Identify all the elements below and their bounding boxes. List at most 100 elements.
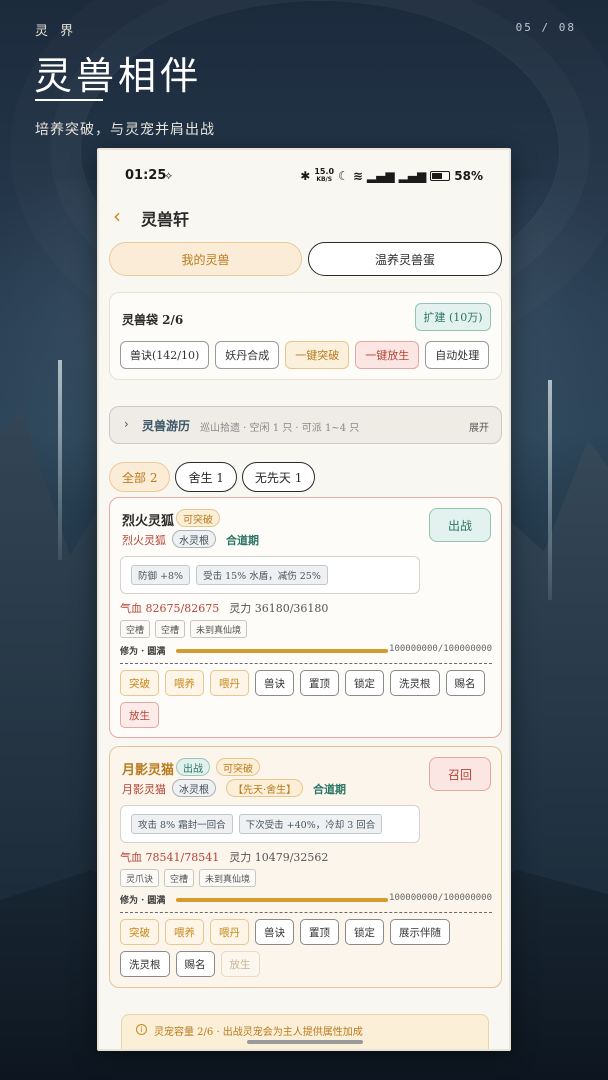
hp-value: 气血 78541/78541 [120,851,220,864]
notice-text: 灵宠容量 2/6 · 出战灵宠会为主人提供属性加成 [154,1027,363,1038]
lock-button[interactable]: 锁定 [345,919,384,945]
tab-my-pets[interactable]: 我的灵兽 [109,242,302,276]
skill-slots: 灵爪诀 空槽 未到真仙境 [120,869,257,887]
beast-scroll-button[interactable]: 兽诀(142/10) [120,341,210,369]
release-button[interactable]: 放生 [120,702,159,728]
beast-scroll-button[interactable]: 兽诀 [255,670,294,696]
auto-process-button[interactable]: 自动处理 [425,341,490,369]
pet-bag-card: 灵兽袋 2/6 扩建 (10万) 兽诀(142/10) 妖丹合成 一键突破 一键… [109,292,502,380]
expand-bag-button[interactable]: 扩建 (10万) [415,303,491,331]
cultivation-progress: 修为 · 圆满 100000000/100000000 [120,893,492,907]
battery-percent: 58% [454,169,483,183]
title-underline [35,99,103,101]
nav-bar: ‹ 灵兽轩 [99,200,509,234]
cultivation-label: 修为 · 圆满 [120,647,166,657]
rename-button[interactable]: 赐名 [175,951,215,977]
feed-pill-button[interactable]: 喂丹 [210,919,249,945]
pet-skills: 防御 +8% 受击 15% 水盾，减伤 25% [120,556,420,594]
feed-button[interactable]: 喂养 [165,919,204,945]
release-button: 放生 [220,951,260,977]
deployed-badge: 出战 [176,758,210,776]
sp-value: 灵力 36180/36180 [229,602,329,615]
tab-bar: 我的灵兽 温养灵兽蛋 [109,242,502,276]
skill-slot: 未到真仙境 [199,869,257,887]
breakthrough-button[interactable]: 突破 [120,919,159,945]
page-title: 灵兽轩 [141,210,190,229]
journey-title: 灵兽游历 [142,419,191,433]
pet-bag-title: 灵兽袋 2/6 [122,313,184,327]
rename-button[interactable]: 赐名 [445,670,485,696]
skill-slot: 未到真仙境 [190,620,248,638]
filter-all[interactable]: 全部 2 [109,462,171,492]
spirit-root-badge: 水灵根 [172,530,216,548]
skill-slot[interactable]: 空槽 [164,869,195,887]
pet-realm: 合道期 [226,534,259,547]
can-breakthrough-badge: 可突破 [176,509,220,527]
pet-actions: 突破 喂养 喂丹 兽诀 置顶 锁定 展示伴随 洗灵根 赐名 放生 [120,919,492,977]
skill-slot[interactable]: 灵爪诀 [120,869,160,887]
pin-top-button[interactable]: 置顶 [300,670,339,696]
moon-icon: ☾ [338,169,349,183]
recall-button[interactable]: 召回 [429,757,491,791]
tab-warm-eggs[interactable]: 温养灵兽蛋 [308,242,502,276]
pet-species: 月影灵猫 [122,783,166,796]
breakthrough-all-button[interactable]: 一键突破 [285,341,350,369]
section-tag: 灵 界 [35,24,78,39]
pet-species: 烈火灵狐 [122,534,166,547]
status-time: 01:25 [125,168,167,183]
skill-slot[interactable]: 空槽 [120,620,151,638]
sync-icon: ⟡ [165,169,173,182]
journey-description: 巡山拾遗 · 空闲 1 只 · 可派 1~4 只 [200,423,360,434]
filter-no-innate[interactable]: 无先天 1 [241,462,316,492]
pet-journey-panel[interactable]: › 灵兽游历 巡山拾遗 · 空闲 1 只 · 可派 1~4 只 展开 [109,406,502,444]
pet-name: 月影灵猫 [122,763,175,778]
battery-icon [430,171,451,181]
cultivation-bar-fill [176,649,388,653]
pet-realm: 合道期 [313,783,346,796]
back-arrow-icon[interactable]: ‹ [113,204,121,228]
cultivation-bar-fill [176,898,388,902]
feed-button[interactable]: 喂养 [165,670,204,696]
pet-stats: 气血 78541/78541 灵力 10479/32562 [120,849,328,865]
info-icon: i [136,1024,147,1035]
skill-slot[interactable]: 空槽 [155,620,186,638]
show-companion-button[interactable]: 展示伴随 [390,919,450,945]
network-speed-unit: KB/S [316,176,333,183]
cultivation-progress: 修为 · 圆满 100000000/100000000 [120,644,492,658]
pin-top-button[interactable]: 置顶 [300,919,339,945]
skill-tag: 下次受击 +40%，冷却 3 回合 [238,814,383,834]
home-indicator[interactable] [247,1040,363,1044]
filter-sacrifice[interactable]: 舍生 1 [175,462,237,492]
filter-bar: 全部 2 舍生 1 无先天 1 [109,462,316,492]
pet-stats: 气血 82675/82675 灵力 36180/36180 [120,600,328,616]
wash-root-button[interactable]: 洗灵根 [390,670,440,696]
breakthrough-button[interactable]: 突破 [120,670,159,696]
can-breakthrough-badge: 可突破 [216,758,260,776]
page-indicator: 05 / 08 [515,21,576,34]
lock-button[interactable]: 锁定 [345,670,384,696]
release-all-button[interactable]: 一键放生 [355,341,420,369]
cultivation-value: 100000000/100000000 [389,644,492,654]
skill-tag: 防御 +8% [131,565,191,585]
chevron-right-icon: › [124,417,129,431]
network-speed: 15.0 KB/S [314,168,334,184]
spirit-root-badge: 冰灵根 [172,779,216,797]
deploy-button[interactable]: 出战 [429,508,491,542]
pet-skills: 攻击 8% 霜封一回合 下次受击 +40%，冷却 3 回合 [120,805,420,843]
wash-root-button[interactable]: 洗灵根 [120,951,170,977]
innate-badge: 【先天·舍生】 [226,779,304,797]
cultivation-value: 100000000/100000000 [389,893,492,903]
beast-scroll-button[interactable]: 兽诀 [255,919,294,945]
cultivation-bar [176,649,388,653]
pet-card: 月影灵猫 出战 可突破 月影灵猫 冰灵根 【先天·舍生】 合道期 召回 攻击 8… [109,746,502,988]
signal-icon: ▂▄▆ [366,169,395,183]
demon-core-synth-button[interactable]: 妖丹合成 [215,341,280,369]
sp-value: 灵力 10479/32562 [229,851,329,864]
journey-expand-link[interactable]: 展开 [469,419,489,434]
pet-name: 烈火灵狐 [122,514,175,529]
skill-slots: 空槽 空槽 未到真仙境 [120,620,248,638]
status-icons: ✱ 15.0 KB/S ☾ ≋ ▂▄▆ ▂▄▆ 58% [300,168,483,184]
feed-pill-button[interactable]: 喂丹 [210,670,249,696]
waterfall [548,380,552,600]
hp-value: 气血 82675/82675 [120,602,220,615]
